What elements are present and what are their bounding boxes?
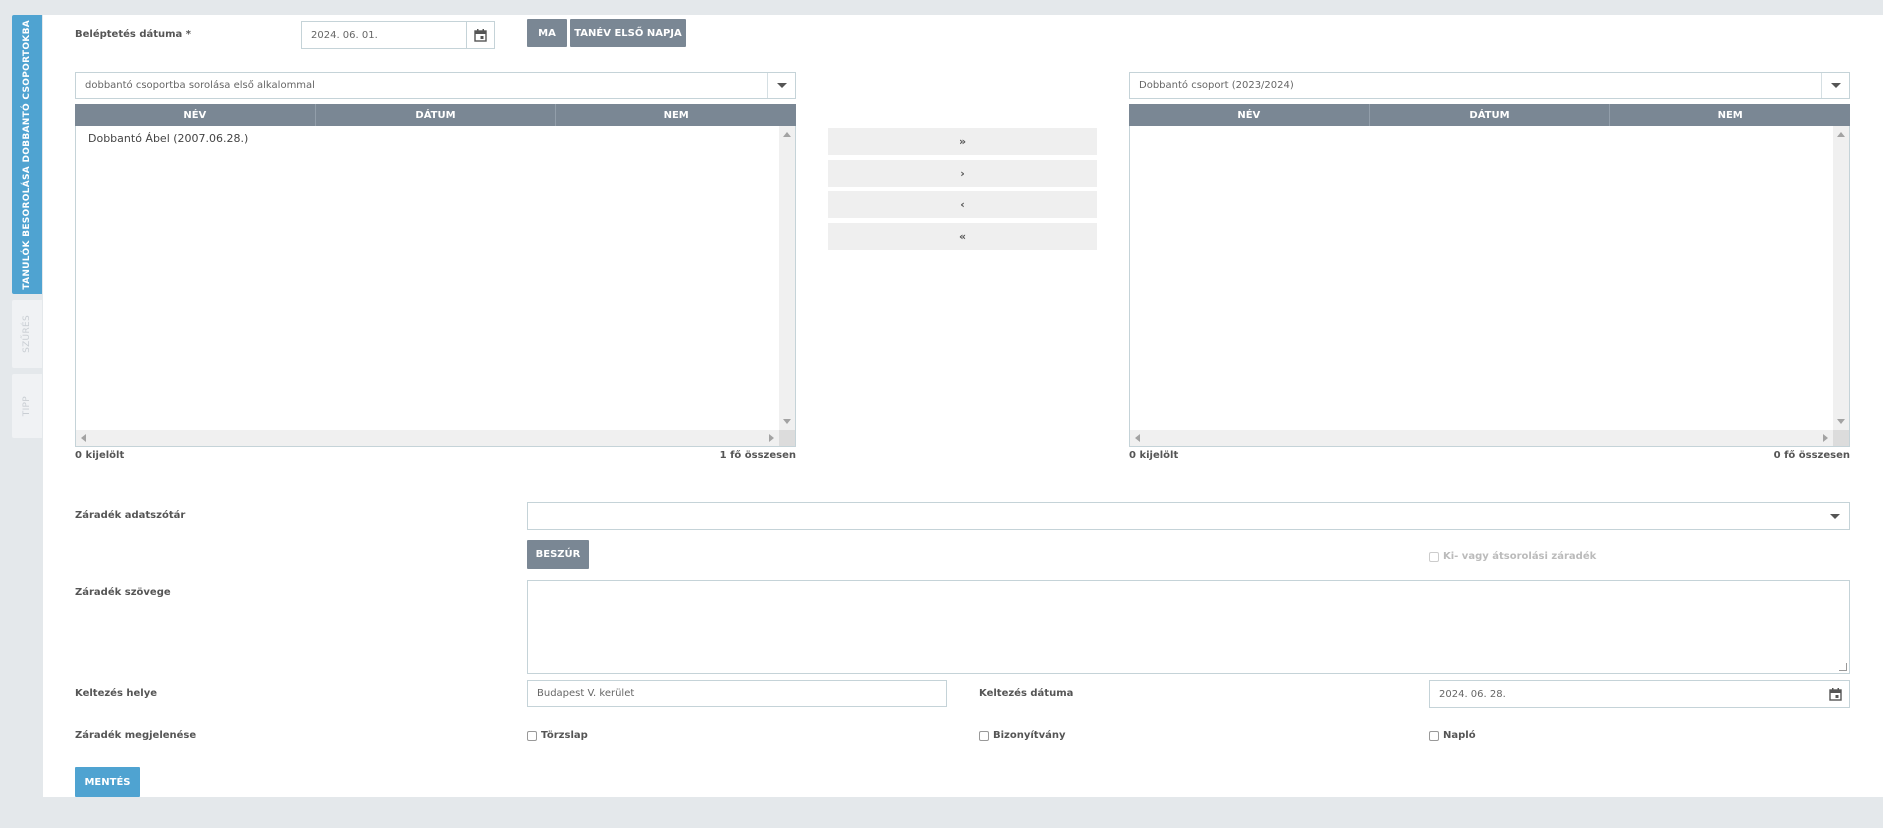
scroll-left-icon[interactable] xyxy=(81,434,86,442)
left-total-count: 1 fő összesen xyxy=(719,450,796,461)
save-button[interactable]: MENTÉS xyxy=(75,767,140,797)
checkbox-naplo-label: Napló xyxy=(1443,730,1476,741)
scroll-left-icon[interactable] xyxy=(1135,434,1140,442)
checkbox-bizonyitvany-label: Bizonyítvány xyxy=(993,730,1066,741)
tab-filter[interactable]: SZŰRÉS xyxy=(12,300,42,368)
dating-place-input[interactable]: Budapest V. kerület xyxy=(527,680,947,707)
checkbox-torzslap-label: Törzslap xyxy=(541,730,588,741)
move-left-button[interactable]: ‹ xyxy=(828,191,1097,218)
right-vertical-scrollbar[interactable] xyxy=(1833,126,1849,430)
move-all-right-button[interactable]: » xyxy=(828,128,1097,155)
left-grid-header: NÉV DÁTUM NEM xyxy=(75,104,796,126)
chevron-down-icon[interactable] xyxy=(1821,73,1849,98)
left-col-name[interactable]: NÉV xyxy=(75,104,316,126)
transfer-clause-checkbox[interactable]: Ki- vagy átsorolási záradék xyxy=(1429,551,1596,562)
dating-place-label: Keltezés helye xyxy=(75,688,158,699)
list-item[interactable]: Dobbantó Ábel (2007.06.28.) xyxy=(88,132,248,145)
scroll-down-icon[interactable] xyxy=(1837,419,1845,424)
right-col-date[interactable]: DÁTUM xyxy=(1370,104,1611,126)
scroll-corner xyxy=(1833,430,1849,446)
dating-place-value: Budapest V. kerület xyxy=(537,688,635,699)
double-chevron-left-icon: « xyxy=(958,230,967,243)
tab-student-grouping-label: TANULÓK BESOROLÁSA DOBBANTÓ CSOPORTOKBA xyxy=(22,19,32,290)
enrollment-date-input[interactable]: 2024. 06. 01. xyxy=(301,21,495,49)
tab-filter-label: SZŰRÉS xyxy=(22,315,32,353)
chevron-down-icon[interactable] xyxy=(1821,503,1849,529)
scroll-down-icon[interactable] xyxy=(783,419,791,424)
today-button[interactable]: MA xyxy=(527,19,567,47)
right-grid-header: NÉV DÁTUM NEM xyxy=(1129,104,1850,126)
checkbox-box[interactable] xyxy=(1429,730,1439,741)
transfer-clause-label: Ki- vagy átsorolási záradék xyxy=(1443,551,1597,562)
right-col-gender[interactable]: NEM xyxy=(1610,104,1850,126)
calendar-icon[interactable] xyxy=(1821,681,1849,707)
left-vertical-scrollbar[interactable] xyxy=(779,126,795,430)
right-group-select[interactable]: Dobbantó csoport (2023/2024) xyxy=(1129,72,1850,99)
left-group-select-value: dobbantó csoportba sorolása első alkalom… xyxy=(85,80,315,91)
scroll-corner xyxy=(779,430,795,446)
chevron-right-icon: › xyxy=(960,167,965,180)
right-col-name[interactable]: NÉV xyxy=(1129,104,1370,126)
right-selected-count: 0 kijelölt xyxy=(1129,450,1179,461)
left-col-date[interactable]: DÁTUM xyxy=(316,104,557,126)
checkbox-box[interactable] xyxy=(1429,551,1439,562)
right-group-select-value: Dobbantó csoport (2023/2024) xyxy=(1139,80,1294,91)
clause-text-label: Záradék szövege xyxy=(75,587,171,598)
left-group-select[interactable]: dobbantó csoportba sorolása első alkalom… xyxy=(75,72,796,99)
dating-date-input[interactable]: 2024. 06. 28. xyxy=(1429,680,1850,708)
right-horizontal-scrollbar[interactable] xyxy=(1130,430,1833,446)
chevron-down-icon[interactable] xyxy=(767,73,795,98)
enrollment-date-value: 2024. 06. 01. xyxy=(311,29,378,41)
dating-date-value: 2024. 06. 28. xyxy=(1439,688,1506,700)
insert-button[interactable]: BESZÚR xyxy=(527,540,589,569)
tab-student-grouping[interactable]: TANULÓK BESOROLÁSA DOBBANTÓ CSOPORTOKBA xyxy=(12,15,42,294)
move-right-button[interactable]: › xyxy=(828,160,1097,187)
checkbox-torzslap[interactable]: Törzslap xyxy=(527,730,588,741)
scroll-right-icon[interactable] xyxy=(1823,434,1828,442)
left-grid-body: Dobbantó Ábel (2007.06.28.) xyxy=(75,126,796,447)
enrollment-date-label: Beléptetés dátuma * xyxy=(75,29,192,40)
dating-date-label: Keltezés dátuma xyxy=(979,688,1074,699)
checkbox-bizonyitvany[interactable]: Bizonyítvány xyxy=(979,730,1066,741)
chevron-left-icon: ‹ xyxy=(960,198,965,211)
left-horizontal-scrollbar[interactable] xyxy=(76,430,779,446)
right-total-count: 0 fő összesen xyxy=(1773,450,1850,461)
move-all-left-button[interactable]: « xyxy=(828,223,1097,250)
scroll-up-icon[interactable] xyxy=(783,132,791,137)
checkbox-box[interactable] xyxy=(979,730,989,741)
scroll-right-icon[interactable] xyxy=(769,434,774,442)
double-chevron-right-icon: » xyxy=(958,135,967,148)
clause-text-area[interactable] xyxy=(527,580,1850,674)
calendar-icon[interactable] xyxy=(466,22,494,48)
clause-appearance-label: Záradék megjelenése xyxy=(75,730,197,741)
checkbox-box[interactable] xyxy=(527,730,537,741)
left-selected-count: 0 kijelölt xyxy=(75,450,125,461)
resize-handle-icon[interactable] xyxy=(1839,663,1847,671)
clause-dictionary-label: Záradék adatszótár xyxy=(75,510,186,521)
clause-dictionary-select[interactable] xyxy=(527,502,1850,530)
right-grid-body xyxy=(1129,126,1850,447)
tab-tip-label: TIPP xyxy=(22,395,32,417)
left-col-gender[interactable]: NEM xyxy=(556,104,796,126)
checkbox-naplo[interactable]: Napló xyxy=(1429,730,1476,741)
first-day-of-year-button[interactable]: TANÉV ELSŐ NAPJA xyxy=(570,19,686,47)
scroll-up-icon[interactable] xyxy=(1837,132,1845,137)
tab-tip[interactable]: TIPP xyxy=(12,374,42,438)
